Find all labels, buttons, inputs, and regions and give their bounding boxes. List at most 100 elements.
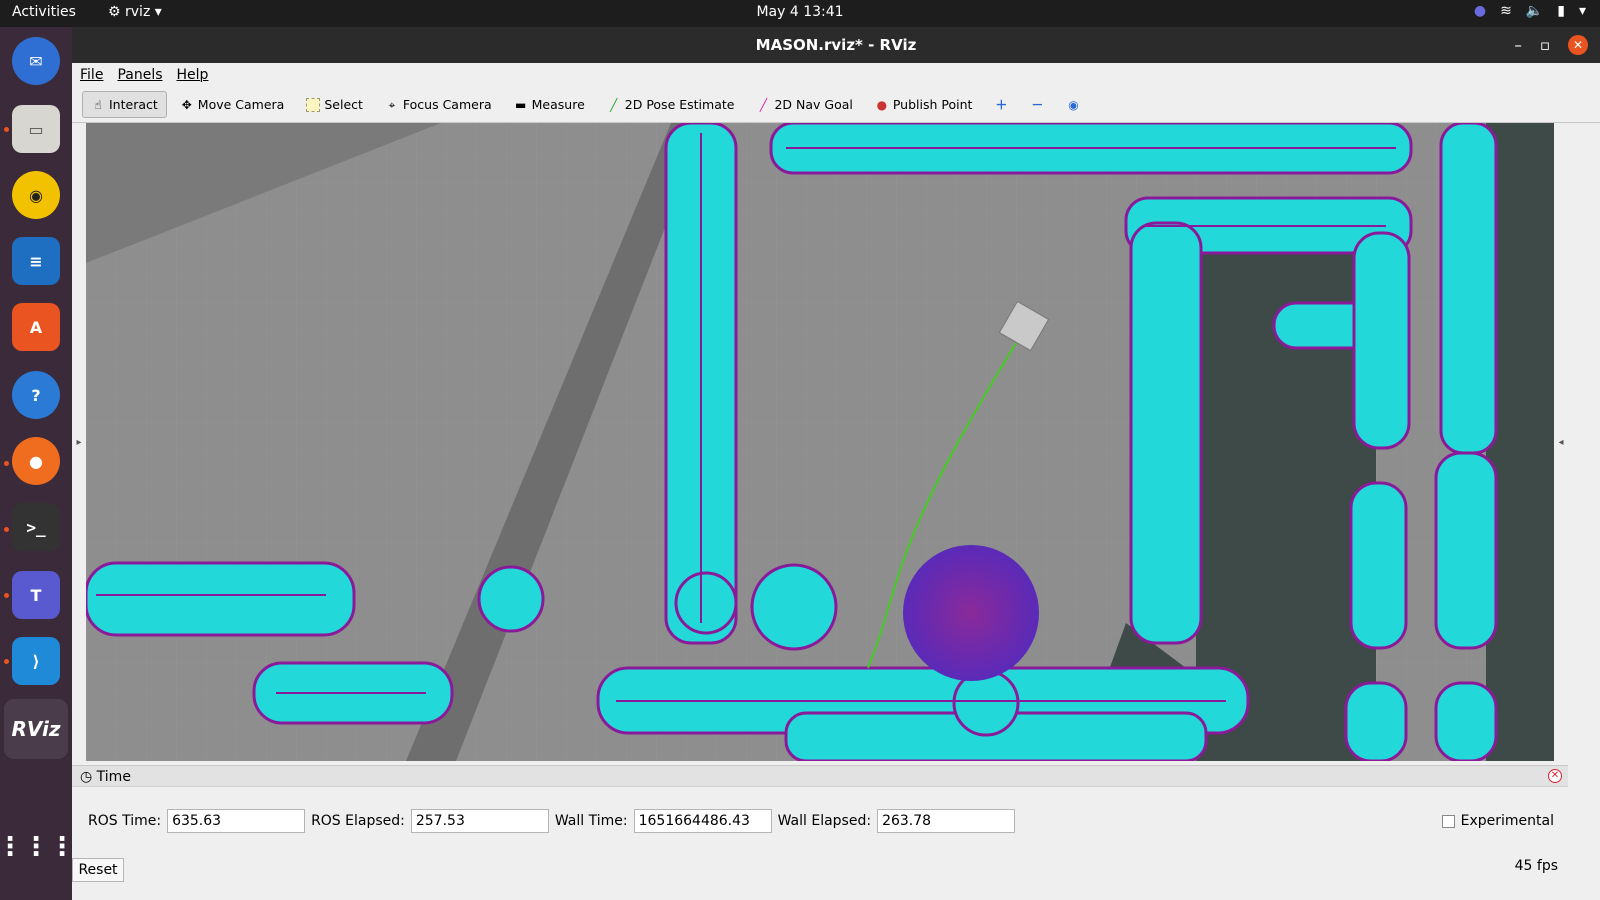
measure-tool-button[interactable]: ▬ Measure [505, 91, 594, 118]
costmap-pillar [674, 571, 738, 635]
files-icon[interactable]: ▭ [12, 105, 60, 153]
window-title: MASON.rviz* - RViz [755, 36, 917, 54]
ros-time-field[interactable] [167, 809, 306, 833]
time-panel: ◷ Time ✕ ROS Time: ROS Elapsed: Wall Tim… [72, 765, 1568, 900]
nav-goal-tool-button[interactable]: ╱ 2D Nav Goal [747, 91, 861, 118]
teams-tray-icon[interactable]: ● [1474, 3, 1486, 19]
pose-estimate-tool-button[interactable]: ╱ 2D Pose Estimate [598, 91, 744, 118]
rhythmbox-icon[interactable]: ◉ [12, 171, 60, 219]
system-top-bar: Activities ⚙ rviz ▾ May 4 13:41 ● ≋ 🔈 ▮ … [0, 0, 1600, 27]
maximize-icon[interactable]: ▫ [1540, 27, 1550, 63]
dock: ✉ ▭ ◉ ≡ A ? ● >_ T ⟩ RViz ⋮⋮⋮ [0, 27, 75, 900]
nav-goal-label: 2D Nav Goal [774, 97, 853, 112]
thunderbird-icon[interactable]: ✉ [12, 37, 60, 85]
wall-time-label: Wall Time: [554, 813, 628, 829]
costmap-pillar [750, 563, 838, 651]
costmap-wall [1439, 123, 1498, 455]
move-icon: ✥ [181, 97, 192, 112]
reset-button[interactable]: Reset [72, 858, 124, 882]
chevron-down-icon: ▾ [1578, 3, 1586, 19]
move-camera-label: Move Camera [197, 97, 285, 112]
render-viewport[interactable] [86, 123, 1554, 761]
costmap-wall [1434, 681, 1498, 761]
ros-elapsed-label: ROS Elapsed: [311, 813, 405, 829]
focus-camera-tool-button[interactable]: ⌖ Focus Camera [376, 91, 501, 118]
clock-icon: ◷ [80, 769, 93, 785]
wall-elapsed-label: Wall Elapsed: [777, 813, 872, 829]
goal-cost-blob [903, 545, 1039, 681]
costmap-wall [1434, 451, 1498, 650]
left-dock-collapse[interactable]: ▸ [72, 123, 86, 761]
experimental-label: Experimental [1460, 813, 1554, 829]
rviz-window: MASON.rviz* - RViz – ▫ ✕ File Panels Hel… [72, 27, 1600, 900]
rviz-dock-icon[interactable]: RViz [4, 699, 68, 759]
chevron-down-icon: ▾ [154, 4, 162, 20]
volume-icon: 🔈 [1525, 3, 1544, 19]
wall-elapsed-field[interactable] [877, 809, 1016, 833]
publish-point-label: Publish Point [892, 97, 973, 112]
costmap-wall [1352, 231, 1411, 450]
writer-icon[interactable]: ≡ [12, 237, 60, 285]
map-canvas[interactable] [86, 123, 1554, 761]
ros-elapsed-field[interactable] [410, 809, 549, 833]
app-menu[interactable]: ⚙ rviz ▾ [108, 4, 162, 20]
help-icon[interactable]: ? [12, 371, 60, 419]
software-icon[interactable]: A [12, 303, 60, 351]
time-panel-header: ◷ Time ✕ [72, 765, 1568, 787]
camera-type-button[interactable]: ◉ [1057, 92, 1089, 118]
interact-label: Interact [109, 97, 158, 112]
focus-camera-label: Focus Camera [402, 97, 492, 112]
show-applications-icon[interactable]: ⋮⋮⋮ [0, 823, 75, 871]
eye-icon: ◉ [1068, 97, 1079, 112]
tool-bar: ☝ Interact ✥ Move Camera Select ⌖ Focus Cam… [72, 87, 1600, 123]
select-label: Select [324, 97, 363, 112]
select-tool-button[interactable]: Select [297, 91, 372, 118]
close-icon[interactable]: ✕ [1568, 35, 1588, 55]
vscode-icon[interactable]: ⟩ [12, 637, 60, 685]
costmap-pillar [477, 565, 545, 633]
remove-tool-button[interactable]: － [1021, 92, 1053, 118]
green-arrow-icon: ╱ [610, 97, 618, 112]
costmap-wall [1349, 481, 1408, 650]
system-tray[interactable]: ● ≋ 🔈 ▮ ▾ [1474, 3, 1586, 19]
interact-tool-button[interactable]: ☝ Interact [82, 91, 167, 118]
clock[interactable]: May 4 13:41 [756, 4, 843, 20]
close-panel-icon[interactable]: ✕ [1548, 769, 1562, 783]
minimize-icon[interactable]: – [1514, 27, 1522, 63]
ruler-icon: ▬ [514, 97, 527, 112]
plus-icon: ＋ [995, 97, 1008, 112]
menu-help[interactable]: Help [177, 67, 209, 83]
fps-readout: 45 fps [1514, 858, 1558, 874]
costmap-wall [1344, 681, 1408, 761]
menu-panels[interactable]: Panels [117, 67, 162, 83]
wifi-icon: ≋ [1500, 3, 1512, 19]
pink-arrow-icon: ╱ [759, 97, 768, 112]
time-panel-title: Time [96, 769, 131, 785]
window-titlebar[interactable]: MASON.rviz* - RViz – ▫ ✕ [72, 27, 1600, 63]
add-tool-button[interactable]: ＋ [985, 92, 1017, 118]
menu-file[interactable]: File [80, 67, 103, 83]
select-box-icon [306, 97, 321, 112]
minus-icon: － [1031, 97, 1044, 112]
costmap-pillar [952, 669, 1020, 737]
experimental-checkbox[interactable] [1441, 814, 1455, 828]
ros-time-label: ROS Time: [88, 813, 162, 829]
costmap-wall [1129, 221, 1203, 645]
publish-point-tool-button[interactable]: ● Publish Point [866, 91, 982, 118]
teams-icon[interactable]: T [12, 571, 60, 619]
move-camera-tool-button[interactable]: ✥ Move Camera [171, 91, 294, 118]
activities-button[interactable]: Activities [12, 4, 76, 20]
rviz-app-icon: ⚙ [108, 4, 121, 20]
costmap-wall [86, 561, 356, 637]
experimental-toggle[interactable]: Experimental [1441, 813, 1554, 829]
terminal-icon[interactable]: >_ [12, 503, 60, 551]
measure-label: Measure [531, 97, 585, 112]
hand-icon: ☝ [94, 97, 102, 112]
right-dock-collapse[interactable]: ◂ [1554, 123, 1568, 761]
wall-time-field[interactable] [633, 809, 772, 833]
battery-icon: ▮ [1557, 3, 1565, 19]
map-pin-icon: ● [876, 97, 888, 112]
firefox-icon[interactable]: ● [12, 437, 60, 485]
menu-bar: File Panels Help [72, 63, 1600, 87]
pose-estimate-label: 2D Pose Estimate [624, 97, 735, 112]
